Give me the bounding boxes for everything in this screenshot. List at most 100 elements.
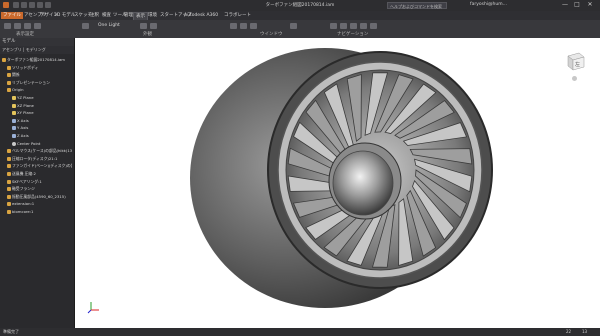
part-icon bbox=[7, 194, 11, 199]
shadows-icon[interactable] bbox=[140, 23, 147, 29]
glyph-icon[interactable] bbox=[34, 23, 41, 29]
orbit-icon[interactable] bbox=[360, 23, 367, 29]
tree-item-label: Y Axis bbox=[17, 125, 29, 131]
folder-icon bbox=[7, 73, 11, 78]
user-account[interactable]: faryoshi@hum... bbox=[470, 2, 507, 7]
part-icon bbox=[7, 187, 11, 192]
tree-item-label: 振動圧風部品(4590_60_2315) bbox=[12, 193, 66, 199]
tree-item-label: SKFベアリング:1 bbox=[12, 178, 42, 184]
ribbon-group-navigation: ナビゲーション bbox=[337, 32, 369, 37]
minimize-button[interactable]: — bbox=[560, 1, 570, 9]
part-icon bbox=[7, 210, 11, 214]
tree-item-label: ソリッドボディ bbox=[12, 64, 39, 70]
help-search-input[interactable]: ヘルプおよびコマンドを検索 bbox=[387, 2, 447, 9]
maximize-button[interactable]: □ bbox=[572, 1, 582, 9]
visual-style-icon[interactable] bbox=[82, 23, 89, 29]
folder-icon bbox=[7, 80, 11, 85]
part-icon bbox=[7, 156, 11, 161]
window-title: ターボファン組図20170814.iam bbox=[265, 3, 335, 8]
tree-item[interactable]: ターボファン組図20170814.iam bbox=[2, 56, 72, 63]
tree-item[interactable]: extension:1 bbox=[7, 200, 72, 207]
coordinate-triad-icon bbox=[87, 300, 101, 314]
tree-item[interactable]: SKFベアリング:1 bbox=[7, 178, 72, 185]
status-count-2: 13 bbox=[582, 329, 588, 334]
tree-item[interactable]: 軸受フランジ bbox=[7, 185, 72, 192]
tree-item-label: XY Plane bbox=[17, 110, 34, 116]
part-icon bbox=[7, 164, 11, 169]
zoom-icon[interactable] bbox=[350, 23, 357, 29]
tree-item-label: 軸受フランジ bbox=[12, 186, 35, 192]
tree-item[interactable]: 送風機 圧縮:2 bbox=[7, 170, 72, 177]
tile-icon[interactable] bbox=[290, 23, 297, 29]
tree-item-label: biomcore:1 bbox=[12, 209, 34, 214]
folder-icon bbox=[7, 88, 11, 93]
tree-item[interactable]: Origin bbox=[7, 86, 72, 93]
spinner-cone bbox=[332, 150, 394, 216]
tab-item[interactable]: コラボレート bbox=[222, 12, 253, 19]
view-face-icon[interactable] bbox=[370, 23, 377, 29]
tree-item[interactable]: Z Axis bbox=[12, 132, 72, 139]
axis-icon bbox=[12, 126, 16, 131]
plane-icon bbox=[12, 103, 16, 108]
tree-item[interactable]: XZ Plane bbox=[12, 102, 72, 109]
ribbon-group-appearance: 外観 bbox=[143, 32, 152, 37]
part-icon bbox=[7, 202, 11, 207]
part-icon bbox=[7, 179, 11, 184]
ribbon-panel bbox=[0, 20, 600, 39]
tree-item[interactable]: 振動圧風部品(4590_60_2315) bbox=[7, 193, 72, 200]
plane-icon bbox=[12, 111, 16, 116]
browser-tabs[interactable]: アセンブリ | モデリング bbox=[0, 46, 74, 54]
tree-item-label: ファンガイド(ベーン)(ディスク)の部品(3:1) bbox=[12, 163, 72, 169]
tree-item-label: X Axis bbox=[17, 117, 29, 123]
tree-item-label: ターボファン組図20170814.iam bbox=[7, 57, 65, 62]
point-icon bbox=[12, 141, 16, 146]
tab-file[interactable]: ファイル bbox=[1, 12, 23, 19]
tree-item[interactable]: 関係 bbox=[7, 71, 72, 78]
close-button[interactable]: ✕ bbox=[585, 1, 595, 9]
tree-item-label: Origin bbox=[12, 87, 24, 93]
part-icon bbox=[7, 172, 11, 176]
tree-item[interactable]: biomcore:1 bbox=[7, 208, 72, 215]
pan-icon[interactable] bbox=[340, 23, 347, 29]
tree-item-label: 関係 bbox=[12, 72, 20, 78]
tree-item-label: 送風機 圧縮:2 bbox=[12, 171, 36, 176]
ribbon-group-visibility: 表示設定 bbox=[16, 32, 34, 37]
folder-icon bbox=[7, 65, 11, 70]
tree-item-label: YZ Plane bbox=[17, 95, 34, 100]
reflection-icon[interactable] bbox=[150, 23, 157, 29]
navigation-wheel-icon[interactable] bbox=[330, 23, 337, 29]
tree-item-label: リプレゼンテーション bbox=[12, 79, 50, 85]
tree-item-label: ベルマウス(ケース)の部品(hikk)13 bbox=[12, 148, 72, 154]
home-view-icon[interactable] bbox=[572, 76, 577, 81]
clean-screen-icon[interactable] bbox=[240, 23, 247, 29]
tree-item[interactable]: 圧縮ロータ(ディスク)21:1 bbox=[7, 155, 72, 162]
graphics-viewport[interactable] bbox=[75, 38, 600, 328]
tree-item[interactable]: XY Plane bbox=[12, 109, 72, 116]
ribbon-group-window: ウインドウ bbox=[260, 32, 283, 37]
browser-title: モデル bbox=[0, 38, 74, 46]
center-of-gravity-icon[interactable] bbox=[24, 23, 31, 29]
tree-item[interactable]: Center Point bbox=[12, 140, 72, 147]
tree-item[interactable]: X Axis bbox=[12, 117, 72, 124]
tree-item[interactable]: YZ Plane bbox=[12, 94, 72, 101]
visual-style-select[interactable]: One Light bbox=[98, 23, 120, 28]
viewcube[interactable]: 左 bbox=[565, 50, 587, 72]
tree-item[interactable]: リプレゼンテーション bbox=[7, 79, 72, 86]
tree-item-label: extension:1 bbox=[12, 201, 35, 207]
axis-icon bbox=[12, 134, 16, 138]
section-view-icon[interactable] bbox=[14, 23, 21, 29]
tree-item-label: Z Axis bbox=[17, 133, 29, 138]
object-visibility-icon[interactable] bbox=[4, 23, 11, 29]
status-bar bbox=[0, 328, 600, 336]
tree-item-label: Center Point bbox=[17, 140, 41, 146]
user-interface-icon[interactable] bbox=[230, 23, 237, 29]
tree-item[interactable]: ベルマウス(ケース)の部品(hikk)13 bbox=[7, 147, 72, 154]
tree-item[interactable]: ソリッドボディ bbox=[7, 64, 72, 71]
switch-window-icon[interactable] bbox=[250, 23, 257, 29]
tab-item[interactable]: Autodesk A360 bbox=[182, 12, 220, 19]
tree-item-label: XZ Plane bbox=[17, 102, 34, 108]
axis-icon bbox=[12, 118, 16, 123]
plane-icon bbox=[12, 96, 16, 100]
tree-item[interactable]: Y Axis bbox=[12, 124, 72, 131]
tree-item[interactable]: ファンガイド(ベーン)(ディスク)の部品(3:1) bbox=[7, 162, 72, 169]
